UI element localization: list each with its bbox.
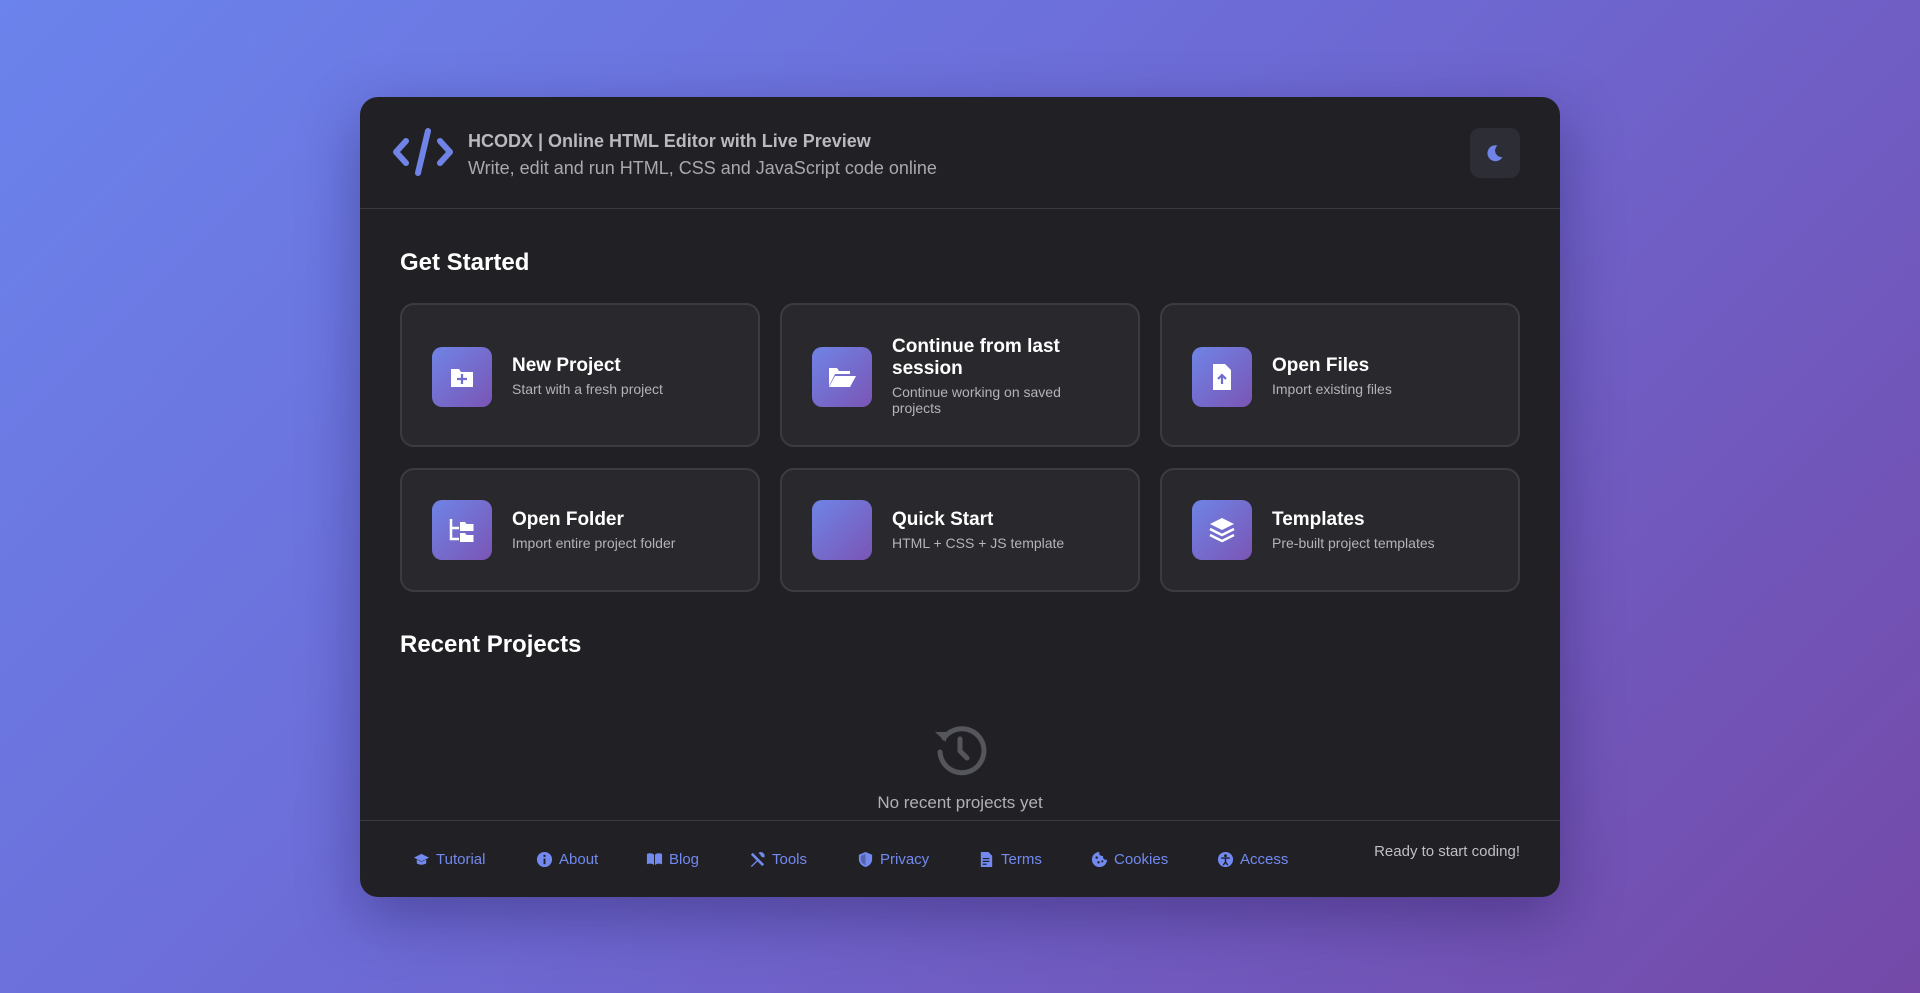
- templates-card[interactable]: Templates Pre-built project templates: [1160, 468, 1520, 592]
- card-title: Open Folder: [512, 509, 624, 530]
- open-files-card[interactable]: Open Files Import existing files: [1160, 303, 1520, 447]
- layers-icon: [1192, 500, 1252, 560]
- card-desc: Pre-built project templates: [1272, 535, 1435, 551]
- app-subtitle: Write, edit and run HTML, CSS and JavaSc…: [468, 158, 937, 178]
- new-project-card[interactable]: New Project Start with a fresh project: [400, 303, 760, 447]
- bolt-icon: [812, 500, 872, 560]
- moon-icon: [1487, 145, 1503, 162]
- footer-link-label: Cookies: [1114, 851, 1169, 868]
- card-desc: Import entire project folder: [512, 535, 676, 551]
- card-title: Quick Start: [892, 509, 994, 530]
- footer-link-label: Blog: [669, 851, 700, 868]
- folder-open-icon: [812, 347, 872, 407]
- header-text: HCODX | Online HTML Editor with Live Pre…: [468, 130, 937, 179]
- no-recent-projects-text: No recent projects yet: [877, 793, 1043, 812]
- folder-plus-icon: [432, 347, 492, 407]
- card-title: Open Files: [1272, 355, 1370, 376]
- footer-link-blog[interactable]: Blog: [646, 851, 699, 868]
- cookie-icon: [1091, 851, 1108, 868]
- footer-link-label: Tools: [772, 851, 808, 868]
- accessibility-icon: [1217, 851, 1234, 868]
- app-title: HCODX | Online HTML Editor with Live Pre…: [468, 131, 871, 151]
- footer-link-about[interactable]: About: [536, 851, 598, 868]
- folder-tree-icon: [432, 500, 492, 560]
- header: HCODX | Online HTML Editor with Live Pre…: [360, 97, 1560, 209]
- file-contract-icon: [980, 851, 993, 868]
- card-desc: Start with a fresh project: [512, 381, 663, 397]
- theme-toggle-button[interactable]: [1470, 128, 1520, 178]
- get-started-heading: Get Started: [400, 249, 530, 276]
- footer-link-label: Tutorial: [436, 851, 486, 868]
- card-desc: Continue working on saved projects: [892, 384, 1061, 416]
- graduation-cap-icon: [413, 853, 430, 865]
- book-open-icon: [646, 853, 663, 866]
- footer-link-terms[interactable]: Terms: [978, 851, 1042, 868]
- tools-icon: [750, 852, 765, 868]
- footer: Tutorial About Blog Tools Privacy Terms …: [360, 820, 1560, 897]
- footer-link-tutorial[interactable]: Tutorial: [413, 851, 485, 868]
- footer-link-label: Access: [1240, 851, 1289, 868]
- start-panel: HCODX | Online HTML Editor with Live Pre…: [360, 97, 1560, 897]
- continue-session-card[interactable]: Continue from last session Continue work…: [780, 303, 1140, 447]
- quick-start-card[interactable]: Quick Start HTML + CSS + JS template: [780, 468, 1140, 592]
- file-upload-icon: [1192, 347, 1252, 407]
- footer-link-tools[interactable]: Tools: [749, 851, 807, 868]
- recent-projects-heading: Recent Projects: [400, 631, 582, 658]
- card-title: New Project: [512, 355, 621, 376]
- footer-link-label: Terms: [1001, 851, 1042, 868]
- footer-link-privacy[interactable]: Privacy: [857, 851, 929, 868]
- info-circle-icon: [536, 851, 553, 868]
- footer-link-label: About: [559, 851, 599, 868]
- footer-link-label: Privacy: [880, 851, 930, 868]
- card-desc: Import existing files: [1272, 381, 1392, 397]
- code-logo-icon: [393, 128, 453, 176]
- card-title: Continue from last session: [892, 336, 1060, 379]
- card-desc: HTML + CSS + JS template: [892, 535, 1065, 551]
- status-text: Ready to start coding!: [1374, 843, 1520, 860]
- open-folder-card[interactable]: Open Folder Import entire project folder: [400, 468, 760, 592]
- footer-link-cookies[interactable]: Cookies: [1091, 851, 1168, 868]
- footer-link-access[interactable]: Access: [1217, 851, 1288, 868]
- history-icon: [935, 726, 987, 776]
- shield-icon: [858, 851, 873, 868]
- card-title: Templates: [1272, 509, 1365, 530]
